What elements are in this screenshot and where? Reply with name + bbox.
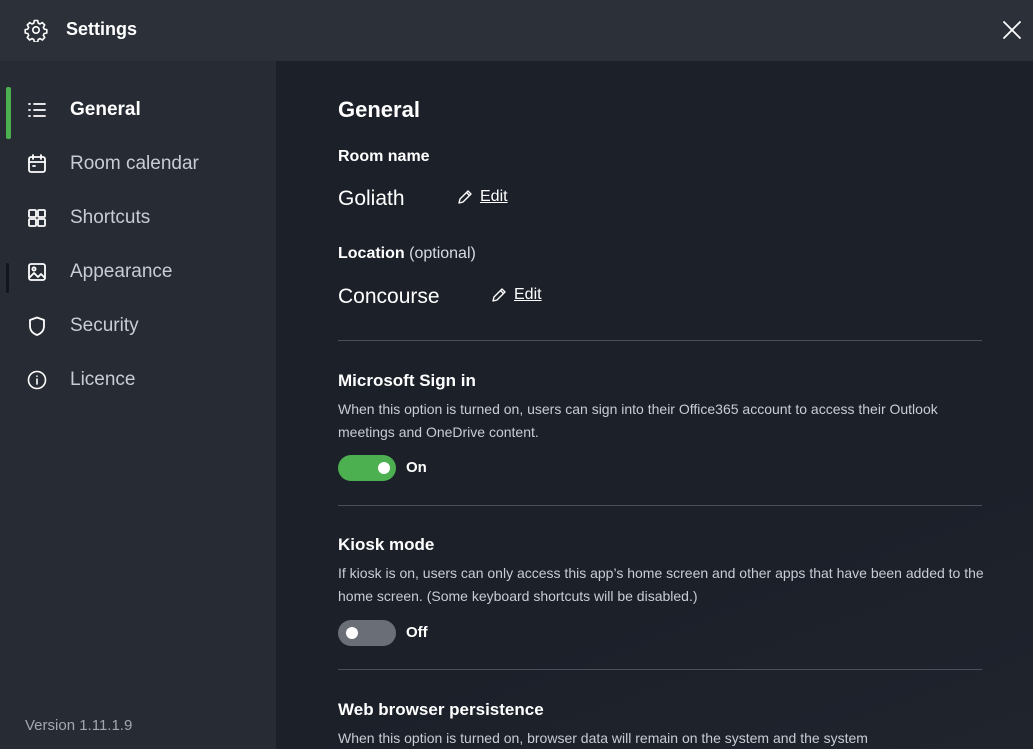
- divider: [338, 340, 982, 341]
- web-browser-persistence-description: When this option is turned on, browser d…: [338, 730, 868, 746]
- microsoft-sign-in-title: Microsoft Sign in: [338, 371, 476, 390]
- sidebar-item-appearance[interactable]: Appearance: [0, 249, 276, 295]
- window-title: Settings: [66, 19, 138, 39]
- settings-content: General Room name Goliath Edit Location …: [276, 61, 1033, 749]
- pencil-icon: [458, 190, 472, 204]
- location-label-text: Location: [338, 245, 405, 262]
- microsoft-sign-in-state: On: [406, 459, 427, 476]
- kiosk-mode-state: Off: [406, 624, 428, 641]
- sidebar-item-label: General: [70, 99, 141, 120]
- shield-icon: [29, 316, 45, 336]
- close-icon[interactable]: [999, 17, 1025, 43]
- calendar-icon: [28, 154, 46, 173]
- grid-icon: [28, 209, 46, 227]
- divider: [338, 669, 982, 670]
- active-indicator: [6, 87, 11, 139]
- location-label: Location (optional): [338, 245, 476, 263]
- sidebar-item-label: Appearance: [70, 261, 173, 282]
- room-name-edit-button[interactable]: Edit: [456, 188, 508, 206]
- kiosk-mode-title: Kiosk mode: [338, 535, 435, 554]
- sidebar-item-label: Security: [70, 315, 139, 336]
- sidebar-item-security[interactable]: Security: [0, 303, 276, 349]
- edit-link-label: Edit: [514, 286, 542, 303]
- kiosk-mode-description: If kiosk is on, users can only access th…: [338, 565, 984, 604]
- kiosk-mode-toggle[interactable]: [338, 620, 396, 646]
- web-browser-persistence-title: Web browser persistence: [338, 700, 544, 719]
- sidebar-item-label: Licence: [70, 369, 136, 390]
- location-optional-text: (optional): [409, 245, 476, 262]
- version-label: Version 1.11.1.9: [25, 717, 133, 734]
- sidebar: General Room calendar Shortcuts Appearan…: [0, 61, 276, 749]
- sidebar-item-general[interactable]: General: [0, 87, 276, 139]
- sidebar-item-label: Shortcuts: [70, 207, 151, 228]
- pencil-icon: [492, 288, 506, 302]
- edit-link-label: Edit: [480, 188, 508, 205]
- toggle-knob: [346, 627, 358, 639]
- list-icon: [28, 103, 46, 117]
- image-icon: [28, 263, 46, 281]
- title-bar: Settings: [0, 0, 1033, 61]
- location-value: Concourse: [338, 285, 440, 308]
- sidebar-item-label: Room calendar: [70, 153, 199, 174]
- sidebar-item-room-calendar[interactable]: Room calendar: [0, 141, 276, 187]
- section-title: General: [338, 97, 420, 122]
- location-edit-button[interactable]: Edit: [490, 286, 542, 304]
- gear-icon: [24, 19, 48, 42]
- room-name-label: Room name: [338, 148, 430, 165]
- info-icon: [27, 370, 47, 390]
- microsoft-sign-in-description: When this option is turned on, users can…: [338, 401, 938, 440]
- sidebar-item-licence[interactable]: Licence: [0, 357, 276, 403]
- microsoft-sign-in-toggle[interactable]: [338, 455, 396, 481]
- divider: [338, 505, 982, 506]
- room-name-value: Goliath: [338, 187, 405, 210]
- sidebar-item-shortcuts[interactable]: Shortcuts: [0, 195, 276, 241]
- toggle-knob: [378, 462, 390, 474]
